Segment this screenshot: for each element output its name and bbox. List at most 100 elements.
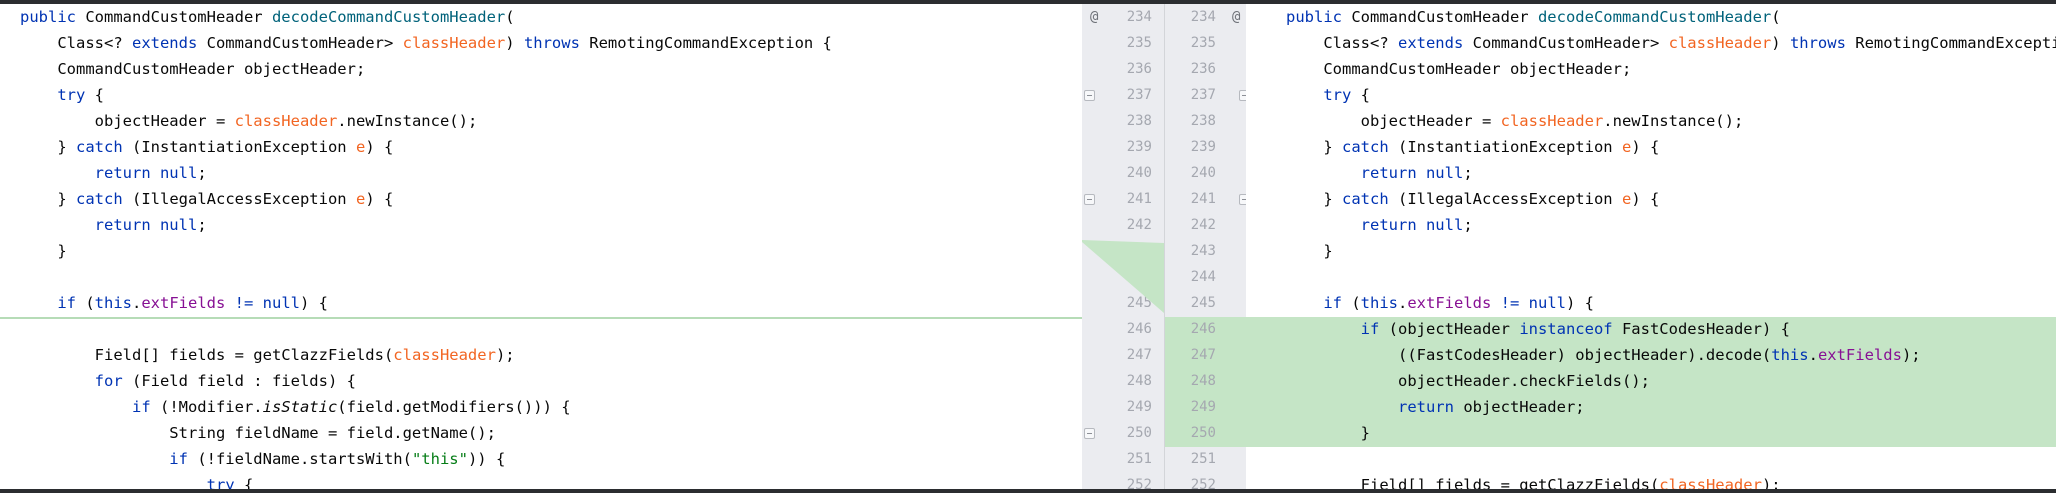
code-line[interactable]: Field[] fields = getClazzFields(classHea… [1286, 472, 1781, 489]
code-token: objectHeader = [1286, 112, 1501, 130]
code-line[interactable]: } catch (IllegalAccessException e) { [20, 186, 393, 212]
code-line[interactable]: objectHeader = classHeader.newInstance()… [1286, 108, 1744, 134]
code-token: { [486, 450, 506, 468]
gutter-divider [1164, 4, 1165, 489]
code-token: return null [20, 216, 198, 234]
code-line[interactable]: } catch (InstantiationException e) { [1286, 134, 1659, 160]
code-token: extends [131, 34, 207, 52]
code-token: (!Modifier. [159, 398, 263, 416]
code-token: } [20, 242, 67, 260]
code-token: .newInstance(); [1603, 112, 1744, 130]
code-token: try [20, 476, 244, 489]
code-token: return null [1286, 164, 1464, 182]
code-token: CommandCustomHeader [1351, 8, 1538, 26]
code-line[interactable]: return objectHeader; [1286, 394, 1585, 420]
code-token: ( [1351, 294, 1361, 312]
code-token: e [1621, 190, 1632, 208]
code-token: classHeader [393, 346, 496, 364]
code-line[interactable]: public CommandCustomHeader decodeCommand… [20, 4, 515, 30]
code-token: } [1286, 138, 1342, 156]
right-line-number: 236 [1190, 61, 1216, 77]
code-token: Field[] fields = getClazzFields( [20, 346, 394, 364]
right-line-number: 242 [1190, 217, 1216, 233]
left-editor-pane[interactable]: public CommandCustomHeader decodeCommand… [0, 4, 1082, 489]
window-bottom-border [0, 489, 2056, 493]
code-token: isStatic [262, 398, 338, 416]
code-token: instanceof [1519, 320, 1622, 338]
right-line-number: 250 [1190, 425, 1216, 441]
code-line[interactable]: for (Field field : fields) { [20, 368, 356, 394]
right-line-number: 238 [1190, 113, 1216, 129]
code-line[interactable]: if (!fieldName.startsWith("this")) { [20, 446, 505, 472]
code-line[interactable]: objectHeader.checkFields(); [1286, 368, 1650, 394]
code-line[interactable]: } catch (IllegalAccessException e) { [1286, 186, 1659, 212]
code-token: classHeader [1500, 112, 1604, 130]
code-token: classHeader [1659, 476, 1762, 489]
code-token: CommandCustomHeader [85, 8, 272, 26]
code-token: { [243, 476, 254, 489]
code-token: ( [505, 8, 515, 26]
code-line[interactable]: return null; [1286, 212, 1473, 238]
code-token: Class<? [1286, 34, 1398, 52]
code-token: ) { [300, 294, 328, 312]
fold-toggle-icon[interactable] [1239, 90, 1246, 101]
code-token: ) { [365, 190, 394, 208]
code-line[interactable]: Class<? extends CommandCustomHeader> cla… [20, 30, 832, 56]
code-line[interactable]: public CommandCustomHeader decodeCommand… [1286, 4, 1781, 30]
code-token: decodeCommandCustomHeader [271, 8, 506, 26]
code-token: RemotingCommandException { [589, 34, 832, 52]
code-line[interactable]: Class<? extends CommandCustomHeader> cla… [1286, 30, 2056, 56]
code-token: } [20, 138, 76, 156]
code-token: ) { [1566, 294, 1594, 312]
code-line[interactable]: } catch (InstantiationException e) { [20, 134, 393, 160]
code-token: extFields [1407, 294, 1492, 312]
right-line-number: 241 [1190, 191, 1216, 207]
code-token: { [94, 86, 104, 104]
code-token: ; [1463, 216, 1473, 234]
code-token: . [132, 294, 142, 312]
code-line[interactable]: CommandCustomHeader objectHeader; [1286, 56, 1631, 82]
right-editor-pane[interactable]: public CommandCustomHeader decodeCommand… [1246, 4, 2056, 489]
code-token: } [1286, 424, 1370, 442]
fold-toggle-icon[interactable] [1239, 194, 1246, 205]
code-line[interactable]: if (this.extFields != null) { [1286, 290, 1594, 316]
code-line[interactable]: try { [1286, 82, 1370, 108]
code-token: } [1286, 190, 1342, 208]
code-token: for [20, 372, 132, 390]
code-token: catch [76, 138, 132, 156]
code-line[interactable]: try { [20, 472, 254, 489]
code-line[interactable]: } [20, 238, 67, 264]
code-line[interactable]: objectHeader = classHeader.newInstance()… [20, 108, 478, 134]
code-token: e [1621, 138, 1632, 156]
code-line[interactable]: try { [20, 82, 104, 108]
code-line[interactable]: if (this.extFields != null) { [20, 290, 328, 316]
code-token: . [1808, 346, 1818, 364]
code-line[interactable]: return null; [1286, 160, 1473, 186]
code-token: ); [1901, 346, 1921, 364]
code-token: } [20, 190, 76, 208]
code-token: public [1286, 8, 1352, 26]
code-line[interactable]: return null; [20, 212, 207, 238]
code-line[interactable]: String fieldName = field.getName(); [20, 420, 496, 446]
code-line[interactable]: } [1286, 420, 1370, 446]
code-line[interactable]: CommandCustomHeader objectHeader; [20, 56, 365, 82]
code-token: (field.getModifiers())) { [337, 398, 571, 416]
code-token: Class<? [20, 34, 132, 52]
code-token: (InstantiationException [1398, 138, 1622, 156]
right-line-number: 246 [1190, 321, 1216, 337]
code-line[interactable]: if (!Modifier.isStatic(field.getModifier… [20, 394, 571, 420]
code-line[interactable]: if (objectHeader instanceof FastCodesHea… [1286, 316, 1790, 342]
code-line[interactable]: } [1286, 238, 1332, 264]
code-token: objectHeader; [1463, 398, 1585, 416]
code-line[interactable]: ((FastCodesHeader) objectHeader).decode(… [1286, 342, 1921, 368]
code-line[interactable]: return null; [20, 160, 207, 186]
code-token: throws [1789, 34, 1856, 52]
code-token: )) [467, 450, 487, 468]
override-annotation-icon-right[interactable]: @ [1232, 4, 1240, 30]
diff-connector [1082, 240, 1164, 313]
code-line[interactable]: Field[] fields = getClazzFields(classHea… [20, 342, 515, 368]
code-token: . [1398, 294, 1408, 312]
right-line-number: 248 [1190, 373, 1216, 389]
code-token: ; [197, 216, 207, 234]
code-token: FastCodesHeader) { [1621, 320, 1790, 338]
